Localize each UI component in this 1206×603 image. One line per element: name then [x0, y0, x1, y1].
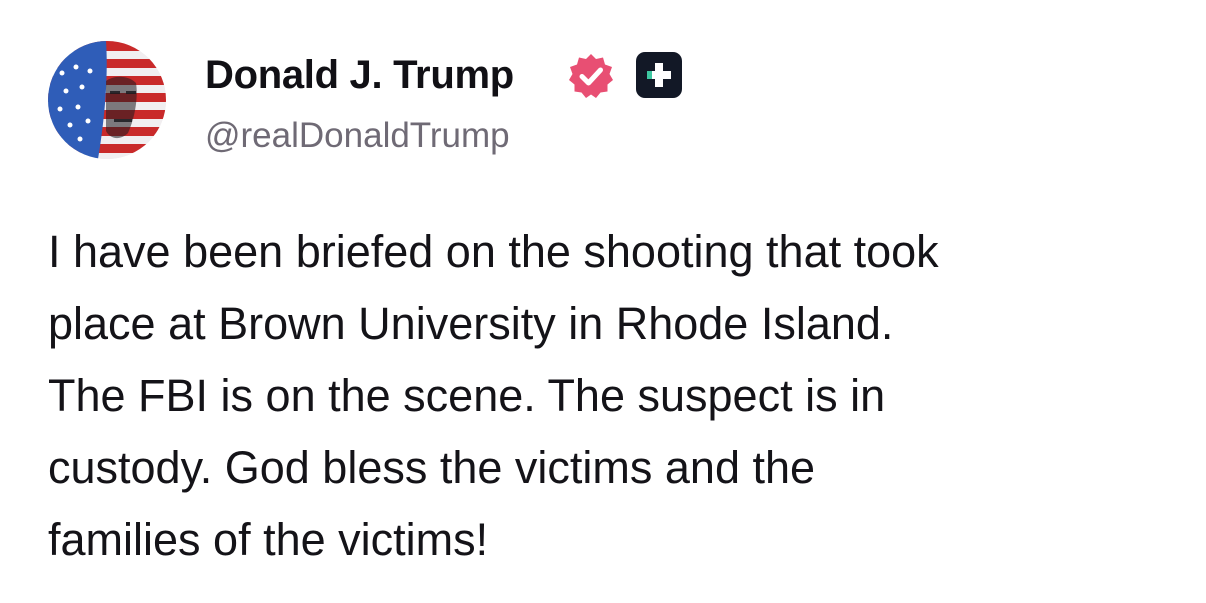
avatar-flag-icon: [48, 41, 166, 159]
verified-check-icon: [567, 52, 615, 100]
post-text-line: families of the victims!: [48, 514, 489, 565]
post-text-line: The FBI is on the scene. The suspect is …: [48, 370, 886, 421]
post-text: I have been briefed on the shooting that…: [48, 216, 1178, 576]
avatar[interactable]: [48, 41, 166, 159]
post-card: Donald J. Trump @realDonaldTrump I have …: [0, 0, 1206, 603]
post-text-line: custody. God bless the victims and the: [48, 442, 816, 493]
username-handle[interactable]: @realDonaldTrump: [205, 114, 510, 158]
display-name[interactable]: Donald J. Trump: [205, 50, 514, 100]
plus-badge-icon: [636, 52, 682, 98]
post-text-line: place at Brown University in Rhode Islan…: [48, 298, 894, 349]
post-text-line: I have been briefed on the shooting that…: [48, 226, 939, 277]
